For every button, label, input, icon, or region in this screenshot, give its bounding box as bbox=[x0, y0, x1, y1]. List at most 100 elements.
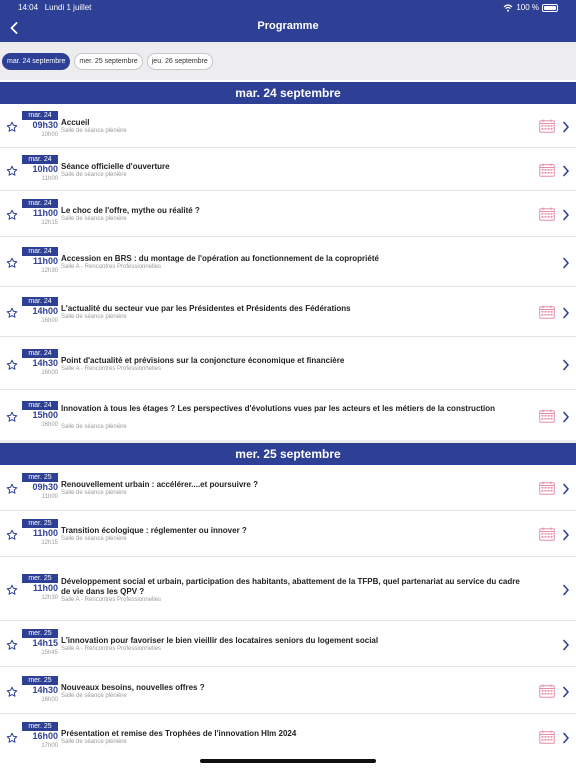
chevron-right-icon[interactable] bbox=[562, 731, 570, 744]
chevron-right-icon[interactable] bbox=[562, 638, 570, 651]
chevron-right-icon[interactable] bbox=[562, 208, 570, 221]
favorite-star-icon[interactable] bbox=[6, 410, 18, 422]
favorite-star-icon[interactable] bbox=[6, 528, 18, 540]
status-right: 100 % bbox=[503, 3, 558, 12]
end-time: 12h15 bbox=[41, 540, 58, 546]
favorite-star-icon[interactable] bbox=[6, 482, 18, 494]
status-date: Lundi 1 juillet bbox=[44, 3, 92, 12]
chevron-right-icon[interactable] bbox=[562, 120, 570, 133]
add-to-calendar-icon[interactable] bbox=[539, 305, 555, 319]
end-time: 10h00 bbox=[41, 132, 58, 138]
session-row[interactable]: mer. 25 11h00 12h30 Développement social et… bbox=[0, 556, 576, 620]
session-room: Salle de séance plénière bbox=[61, 490, 127, 496]
favorite-star-icon[interactable] bbox=[6, 208, 18, 220]
session-row[interactable]: mer. 25 14h15 15h45 L'innovation pour favor… bbox=[0, 620, 576, 666]
time-block: mer. 25 16h00 17h00 bbox=[22, 722, 58, 750]
chevron-right-icon[interactable] bbox=[562, 583, 570, 596]
chevron-right-icon[interactable] bbox=[562, 358, 570, 371]
wifi-icon bbox=[503, 3, 513, 12]
session-room: Salle de séance plénière bbox=[61, 128, 127, 134]
end-time: 16h00 bbox=[41, 697, 58, 703]
tab-day-2[interactable]: mer. 25 septembre bbox=[74, 52, 143, 70]
date-badge: mer. 25 bbox=[22, 519, 58, 528]
favorite-star-icon[interactable] bbox=[6, 638, 18, 650]
session-title: Le choc de l'offre, mythe ou réalité ? bbox=[61, 206, 200, 215]
session-row[interactable]: mar. 24 14h30 16h00 Point d'actualité et pr… bbox=[0, 336, 576, 389]
session-row[interactable]: mar. 24 14h00 16h00 L'actualité du secteur … bbox=[0, 286, 576, 336]
favorite-star-icon[interactable] bbox=[6, 306, 18, 318]
favorite-star-icon[interactable] bbox=[6, 120, 18, 132]
session-room: Salle A - Rencontres Professionnelles bbox=[61, 597, 162, 603]
end-time: 16h00 bbox=[41, 318, 58, 324]
session-row[interactable]: mer. 25 14h30 16h00 Nouveaux besoins, nouve… bbox=[0, 666, 576, 713]
chevron-right-icon[interactable] bbox=[562, 528, 570, 541]
tab-day-1[interactable]: mar. 24 septembre bbox=[2, 52, 71, 70]
add-to-calendar-icon[interactable] bbox=[539, 207, 555, 221]
time-block: mar. 24 14h30 16h00 bbox=[22, 349, 58, 377]
chevron-right-icon[interactable] bbox=[562, 256, 570, 269]
page-title: Programme bbox=[257, 20, 319, 32]
battery-percent: 100 % bbox=[516, 3, 539, 12]
time-block: mar. 24 11h00 12h30 bbox=[22, 247, 58, 275]
add-to-calendar-icon[interactable] bbox=[539, 119, 555, 133]
favorite-star-icon[interactable] bbox=[6, 685, 18, 697]
session-row[interactable]: mar. 24 11h00 12h15 Le choc de l'offre, myt… bbox=[0, 190, 576, 236]
favorite-star-icon[interactable] bbox=[6, 164, 18, 176]
session-room: Salle de séance plénière bbox=[61, 216, 127, 222]
end-time: 11h00 bbox=[41, 494, 58, 500]
favorite-star-icon[interactable] bbox=[6, 256, 18, 268]
session-room: Salle A - Rencontres Professionnelles bbox=[61, 264, 162, 270]
session-row[interactable]: mer. 25 11h00 12h15 Transition écologique :… bbox=[0, 510, 576, 556]
date-badge: mar. 24 bbox=[22, 247, 58, 256]
session-title: L'actualité du secteur vue par les Prési… bbox=[61, 304, 351, 313]
favorite-star-icon[interactable] bbox=[6, 731, 18, 743]
home-indicator bbox=[200, 759, 376, 763]
time-block: mar. 24 14h00 16h00 bbox=[22, 297, 58, 325]
add-to-calendar-icon[interactable] bbox=[539, 163, 555, 177]
add-to-calendar-icon[interactable] bbox=[539, 527, 555, 541]
date-badge: mar. 24 bbox=[22, 297, 58, 306]
tab-day-3[interactable]: jeu. 26 septembre bbox=[146, 52, 213, 70]
day-header: mar. 24 septembre bbox=[0, 82, 576, 104]
session-room: Salle de séance plénière bbox=[61, 314, 127, 320]
add-to-calendar-icon[interactable] bbox=[539, 684, 555, 698]
date-badge: mar. 24 bbox=[22, 155, 58, 164]
chevron-right-icon[interactable] bbox=[562, 164, 570, 177]
end-time: 15h45 bbox=[41, 650, 58, 656]
favorite-star-icon[interactable] bbox=[6, 358, 18, 370]
session-room: Salle de séance plénière bbox=[61, 424, 127, 430]
chevron-right-icon[interactable] bbox=[562, 482, 570, 495]
end-time: 17h00 bbox=[41, 743, 58, 749]
date-badge: mar. 24 bbox=[22, 111, 58, 120]
session-row[interactable]: mer. 25 16h00 17h00 Présentation et remise … bbox=[0, 713, 576, 758]
session-title: Renouvellement urbain : accélérer....et … bbox=[61, 480, 258, 489]
favorite-star-icon[interactable] bbox=[6, 583, 18, 595]
session-row[interactable]: mar. 24 10h00 11h00 Séance officielle d'ouv… bbox=[0, 147, 576, 190]
session-row[interactable]: mer. 25 09h30 11h00 Renouvellement urbain :… bbox=[0, 465, 576, 510]
session-title: Innovation à tous les étages ? Les persp… bbox=[61, 404, 496, 413]
session-row[interactable]: mar. 24 09h30 10h00 Accueil Salle de séance … bbox=[0, 104, 576, 147]
session-room: Salle A - Rencontres Professionnelles bbox=[61, 646, 162, 652]
chevron-right-icon[interactable] bbox=[562, 685, 570, 698]
add-to-calendar-icon[interactable] bbox=[539, 730, 555, 744]
session-room: Salle de séance plénière bbox=[61, 739, 127, 745]
session-title: Accueil bbox=[61, 118, 90, 127]
end-time: 12h15 bbox=[41, 220, 58, 226]
time-block: mer. 25 11h00 12h30 bbox=[22, 574, 58, 602]
session-row[interactable]: mar. 24 11h00 12h30 Accession en BRS : du m… bbox=[0, 236, 576, 286]
session-title: Présentation et remise des Trophées de l… bbox=[61, 729, 297, 738]
chevron-right-icon[interactable] bbox=[562, 410, 570, 423]
start-time: 11h00 bbox=[32, 256, 58, 266]
chevron-right-icon[interactable] bbox=[562, 306, 570, 319]
session-room: Salle de séance plénière bbox=[61, 536, 127, 542]
start-time: 09h30 bbox=[32, 120, 58, 130]
add-to-calendar-icon[interactable] bbox=[539, 409, 555, 423]
add-to-calendar-icon[interactable] bbox=[539, 481, 555, 495]
session-row[interactable]: mar. 24 15h00 16h00 Innovation à tous les é… bbox=[0, 389, 576, 440]
session-room: Salle de séance plénière bbox=[61, 172, 127, 178]
date-badge: mar. 24 bbox=[22, 401, 58, 410]
day-header: mer. 25 septembre bbox=[0, 443, 576, 465]
start-time: 11h00 bbox=[32, 528, 58, 538]
navigation-bar: 14:04 Lundi 1 juillet 100 % Programme bbox=[0, 0, 576, 42]
start-time: 10h00 bbox=[32, 164, 58, 174]
